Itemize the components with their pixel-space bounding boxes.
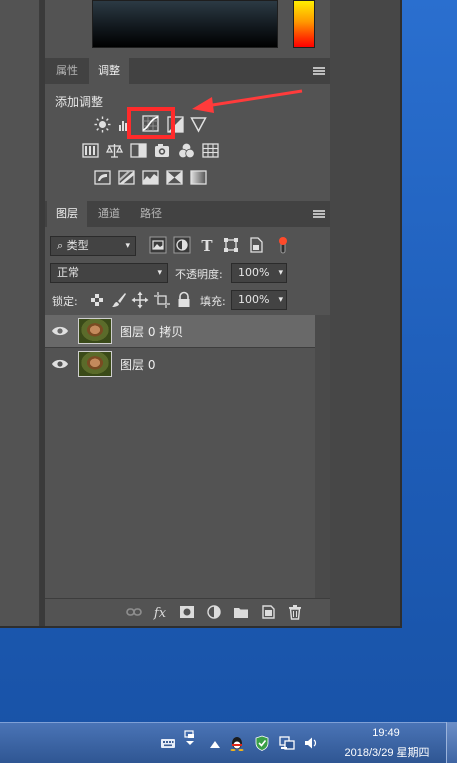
layer-name[interactable]: 图层 0 bbox=[120, 356, 155, 373]
filter-type-icon[interactable]: T bbox=[198, 236, 216, 254]
mask-icon[interactable] bbox=[179, 604, 195, 620]
security-shield-icon[interactable] bbox=[254, 735, 270, 751]
blend-mode-select[interactable]: 正常 ▾ bbox=[50, 263, 168, 283]
right-panel-column bbox=[330, 0, 400, 626]
posterize-icon[interactable] bbox=[118, 169, 135, 186]
filter-adjustment-icon[interactable] bbox=[173, 236, 191, 254]
chevron-down-icon[interactable]: ▾ bbox=[278, 291, 283, 309]
black-white-icon[interactable] bbox=[130, 142, 147, 159]
opacity-label: 不透明度: bbox=[175, 268, 223, 281]
lock-image-brush-icon[interactable] bbox=[110, 291, 128, 309]
layers-scrollbar[interactable] bbox=[315, 315, 330, 598]
brightness-contrast-icon[interactable] bbox=[94, 116, 111, 133]
search-icon: ⌕ bbox=[57, 239, 64, 252]
panel-menu-icon[interactable] bbox=[313, 67, 325, 75]
tab-layers[interactable]: 图层 bbox=[47, 201, 87, 227]
opacity-value: 100% bbox=[238, 266, 270, 279]
color-balance-icon[interactable] bbox=[106, 142, 123, 159]
color-lookup-icon[interactable] bbox=[202, 142, 219, 159]
link-icon[interactable] bbox=[126, 604, 142, 620]
opacity-input[interactable]: 100% ▾ bbox=[231, 263, 287, 283]
layers-bottom-bar: fx bbox=[45, 598, 330, 626]
photo-filter-icon[interactable] bbox=[154, 142, 171, 159]
layer-filter-select[interactable]: ⌕ 类型 ▾ bbox=[50, 236, 136, 256]
fill-input[interactable]: 100% ▾ bbox=[231, 290, 287, 310]
lock-position-icon[interactable] bbox=[131, 291, 149, 309]
show-desktop-button[interactable] bbox=[446, 722, 457, 763]
lock-artboard-icon[interactable] bbox=[153, 291, 171, 309]
layer-name[interactable]: 图层 0 拷贝 bbox=[120, 323, 183, 340]
visibility-eye-icon[interactable] bbox=[51, 324, 69, 338]
selective-color-icon[interactable] bbox=[166, 169, 183, 186]
hue-saturation-icon[interactable] bbox=[82, 142, 99, 159]
add-adjustment-label: 添加调整 bbox=[55, 95, 104, 109]
layers-panel-menu-icon[interactable] bbox=[313, 210, 325, 218]
highlight-box bbox=[127, 107, 175, 139]
filter-shape-icon[interactable] bbox=[222, 236, 240, 254]
gradient-map-icon[interactable] bbox=[190, 169, 207, 186]
layer-thumbnail bbox=[78, 318, 112, 344]
filter-smart-object-icon[interactable] bbox=[247, 236, 265, 254]
layer-row[interactable]: 图层 0 bbox=[45, 348, 315, 380]
input-method-icon[interactable] bbox=[182, 730, 198, 746]
tab-adjustments[interactable]: 调整 bbox=[89, 58, 129, 84]
filter-pixel-icon[interactable] bbox=[149, 236, 167, 254]
svg-text:T: T bbox=[201, 237, 213, 254]
group-folder-icon[interactable] bbox=[233, 604, 249, 620]
trash-icon[interactable] bbox=[287, 604, 303, 620]
layer-thumbnail bbox=[78, 351, 112, 377]
fill-value: 100% bbox=[238, 293, 270, 306]
qq-icon[interactable] bbox=[229, 735, 245, 751]
volume-icon[interactable] bbox=[303, 735, 319, 751]
chevron-down-icon[interactable]: ▾ bbox=[278, 264, 283, 282]
color-field[interactable] bbox=[92, 0, 278, 48]
threshold-icon[interactable] bbox=[142, 169, 159, 186]
fill-label: 填充: bbox=[200, 295, 226, 308]
invert-icon[interactable] bbox=[94, 169, 111, 186]
adjustment-layer-icon[interactable] bbox=[206, 604, 222, 620]
keyboard-icon[interactable] bbox=[160, 735, 176, 751]
annotation-arrow-icon bbox=[192, 89, 303, 113]
lock-all-icon[interactable] bbox=[175, 291, 193, 309]
chevron-down-icon: ▾ bbox=[125, 241, 130, 251]
layers-tabbar: 图层 通道 路径 bbox=[45, 201, 330, 227]
tab-paths[interactable]: 路径 bbox=[131, 201, 171, 227]
visibility-eye-icon[interactable] bbox=[51, 357, 69, 371]
clock-date[interactable]: 2018/3/29 星期四 bbox=[332, 744, 442, 760]
filter-toggle-icon[interactable] bbox=[274, 236, 292, 254]
lock-transparent-icon[interactable] bbox=[88, 291, 106, 309]
tab-properties[interactable]: 属性 bbox=[47, 58, 87, 84]
left-panel-column bbox=[0, 0, 40, 626]
hue-slider[interactable] bbox=[293, 0, 315, 48]
tray-expand-icon[interactable] bbox=[207, 737, 223, 753]
tab-channels[interactable]: 通道 bbox=[89, 201, 129, 227]
adjustments-tabbar: 属性 调整 bbox=[45, 58, 330, 84]
layer-row[interactable]: 图层 0 拷贝 bbox=[45, 315, 315, 347]
chevron-down-icon: ▾ bbox=[157, 268, 162, 278]
vibrance-icon[interactable] bbox=[190, 116, 207, 133]
svg-text:fx: fx bbox=[153, 606, 167, 620]
channel-mixer-icon[interactable] bbox=[178, 142, 195, 159]
new-layer-icon[interactable] bbox=[260, 604, 276, 620]
blend-mode-value: 正常 bbox=[57, 266, 79, 279]
network-icon[interactable] bbox=[279, 735, 295, 751]
clock-time[interactable]: 19:49 bbox=[364, 727, 408, 739]
fx-icon[interactable]: fx bbox=[152, 604, 168, 620]
lock-label: 锁定: bbox=[52, 295, 78, 308]
filter-kind-value: 类型 bbox=[66, 239, 89, 252]
layer-divider bbox=[45, 347, 315, 348]
